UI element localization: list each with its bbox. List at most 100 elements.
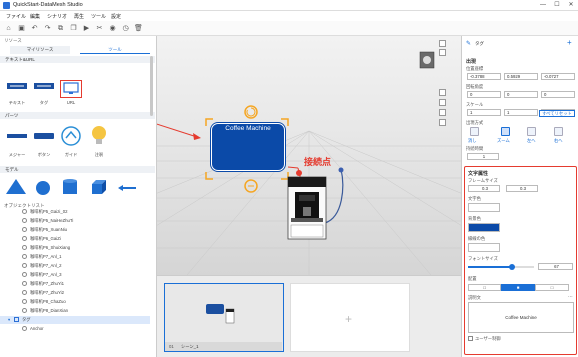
gear-icon [22, 326, 27, 331]
fade-icon[interactable] [470, 127, 479, 136]
list-item[interactable]: 咖啡机P7_ZhuYi1 [0, 280, 150, 288]
save-icon[interactable]: ▣ [17, 24, 26, 33]
menu-file[interactable]: ファイル [6, 13, 26, 20]
measure-label: メジャー [8, 152, 26, 157]
font-size-slider[interactable] [468, 264, 534, 270]
url-asset-selected[interactable] [60, 80, 82, 98]
list-item[interactable]: 咖啡机P5_Gaizi_02 [0, 208, 150, 216]
scissors-icon[interactable]: ✂ [95, 24, 104, 33]
anchor-item[interactable]: Anchor [0, 325, 150, 333]
reset-all-button[interactable]: すべてリセット [539, 110, 575, 117]
list-item[interactable]: 咖啡机P5_NaiHeZhuTi [0, 217, 150, 225]
slider-fill [468, 266, 513, 268]
add-icon[interactable]: + [567, 38, 572, 47]
preview-icon[interactable]: ◉ [108, 24, 117, 33]
menu-scenario[interactable]: シナリオ [47, 13, 67, 20]
close-button[interactable]: ✕ [564, 1, 578, 10]
description-textarea[interactable]: Coffee Machine [468, 302, 574, 333]
list-item[interactable]: 咖啡机P8_ChaZuo [0, 298, 150, 306]
rotation-x-input[interactable]: 0 [467, 91, 501, 98]
timer-icon[interactable]: ◷ [121, 24, 130, 33]
scale-x-input[interactable]: 1 [467, 109, 501, 116]
left-scrollbar[interactable] [150, 56, 153, 116]
list-item[interactable]: 咖啡机P7_Anl_3 [0, 271, 150, 279]
measure-icon[interactable] [6, 127, 28, 147]
collapse-icon[interactable]: ▾ [8, 316, 10, 324]
align-left-button[interactable]: □ [468, 284, 501, 291]
duration-input[interactable]: 1 [467, 153, 499, 160]
slide-left-icon[interactable] [527, 127, 536, 136]
text-url-section-header[interactable]: テキスト&URL [0, 56, 155, 63]
left-label: 左へ [527, 138, 536, 143]
edit-icon[interactable]: ✎ [466, 40, 471, 47]
text-color-swatch[interactable] [468, 203, 500, 212]
checkbox-icon[interactable] [14, 317, 19, 322]
cylinder-icon[interactable] [60, 178, 80, 198]
rotation-z-input[interactable]: 0 [541, 91, 575, 98]
tag-group-item[interactable]: ▾ タグ [0, 316, 150, 324]
left-panel: リソース マイリソース ツール テキスト&URL テキスト タグ URL パーツ… [0, 36, 157, 357]
tab-tools[interactable]: ツール [80, 46, 150, 54]
border-color-label: 縁線の色 [468, 236, 486, 241]
paste-icon[interactable]: ❐ [69, 24, 78, 33]
undo-icon[interactable]: ↶ [30, 24, 39, 33]
gear-icon [22, 263, 27, 268]
bulb-icon[interactable] [89, 124, 109, 150]
list-item[interactable]: 咖啡机P7_Anl_1 [0, 253, 150, 261]
button-part-icon[interactable] [33, 127, 55, 147]
frame-width-input[interactable]: 0.3 [468, 185, 500, 192]
delete-icon[interactable]: 🗑 [134, 24, 143, 33]
redo-icon[interactable]: ↷ [43, 24, 52, 33]
list-item[interactable]: 咖啡机P6_GaiZi [0, 235, 150, 243]
frame-height-input[interactable]: 0.3 [506, 185, 538, 192]
home-icon[interactable]: ⌂ [4, 24, 13, 33]
border-color-swatch[interactable] [468, 243, 500, 252]
cone-icon[interactable] [4, 178, 28, 198]
position-z-input[interactable]: -0.0727 [541, 73, 575, 80]
list-item[interactable]: 咖啡机P7_ZhuYi2 [0, 289, 150, 297]
copy-icon[interactable]: ⧉ [56, 24, 65, 33]
align-label: 配置 [468, 276, 477, 281]
menu-play[interactable]: 再生 [74, 13, 84, 20]
menu-settings[interactable]: 設定 [111, 13, 121, 20]
list-item[interactable]: 咖啡机P8_DianXian [0, 307, 150, 315]
note-label: 注釈 [94, 152, 104, 157]
menu-tools[interactable]: ツール [91, 13, 106, 20]
font-size-input[interactable]: 67 [538, 263, 573, 270]
sphere-icon[interactable] [33, 178, 53, 198]
add-scene-button[interactable]: + [290, 283, 410, 352]
cube-icon[interactable] [88, 178, 108, 198]
align-center-button[interactable]: ■ [501, 284, 535, 291]
bg-color-swatch[interactable] [468, 223, 500, 232]
align-right-button[interactable]: □ [535, 284, 569, 291]
menu-edit[interactable]: 編集 [30, 13, 40, 20]
more-icon[interactable]: ⋯ [568, 294, 573, 300]
zoom-effect-icon[interactable] [501, 127, 510, 136]
coffee-machine-model[interactable] [283, 167, 353, 245]
user-control-checkbox[interactable] [468, 336, 473, 341]
guide-icon[interactable] [60, 125, 82, 149]
3d-viewport[interactable]: Coffee Machine 接続点 [157, 36, 461, 275]
rotation-y-input[interactable]: 0 [504, 91, 538, 98]
tag-asset-icon[interactable] [33, 81, 55, 95]
list-item[interactable]: 咖啡机P7_Anl_2 [0, 262, 150, 270]
play-icon[interactable]: ▶ [82, 24, 91, 33]
scale-label: スケール [466, 102, 484, 107]
tab-my-resource[interactable]: マイリソース [10, 46, 70, 54]
minimize-button[interactable]: — [536, 1, 550, 10]
slide-right-icon[interactable] [554, 127, 563, 136]
gear-icon [22, 299, 27, 304]
gear-icon [22, 227, 27, 232]
scene-thumbnail[interactable]: 01 シーン_1 [164, 283, 284, 352]
parts-section-header[interactable]: パーツ [0, 112, 155, 119]
list-item[interactable]: 咖啡机P5_XuanNiu [0, 226, 150, 234]
position-y-input[interactable]: 0.5929 [504, 73, 538, 80]
text-asset-icon[interactable] [6, 81, 28, 95]
maximize-button[interactable]: ☐ [550, 1, 564, 10]
scale-y-input[interactable]: 1 [504, 109, 538, 116]
position-x-input[interactable]: -0.3788 [467, 73, 501, 80]
arrow-model-icon[interactable] [116, 178, 138, 198]
gear-icon [22, 281, 27, 286]
list-item[interactable]: 咖啡机P6_ShuiXiang [0, 244, 150, 252]
model-section-header[interactable]: モデル [0, 166, 155, 173]
